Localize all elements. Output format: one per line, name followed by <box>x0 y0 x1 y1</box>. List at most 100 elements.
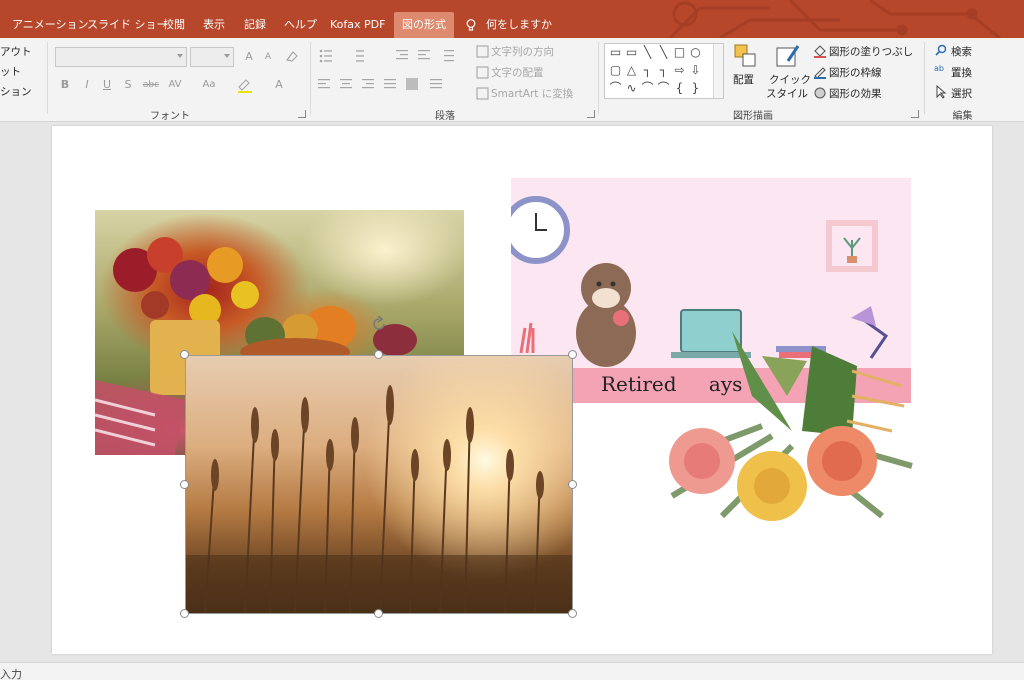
align-text-button[interactable]: 文字の配置 <box>491 65 544 80</box>
grow-font-button[interactable]: A <box>240 48 258 66</box>
bouquet-art <box>669 331 913 521</box>
resize-handle-left[interactable] <box>180 480 189 489</box>
shrink-font-button[interactable]: A <box>259 48 277 66</box>
shape-line-icon[interactable]: ╲ <box>641 46 654 59</box>
gallery-scrollbar[interactable] <box>713 44 723 98</box>
lightbulb-icon <box>466 19 476 31</box>
tell-me-search[interactable]: 何をしますか <box>466 12 552 38</box>
resize-handle-bottom-right[interactable] <box>568 609 577 618</box>
title-bar-decoration <box>668 0 1001 38</box>
chevron-down-icon <box>177 54 183 58</box>
shape-textbox-icon[interactable]: ▭ <box>609 46 622 59</box>
resize-handle-top[interactable] <box>374 350 383 359</box>
flower-bouquet-illustration[interactable] <box>642 326 922 536</box>
shape-triangle-icon[interactable]: △ <box>625 64 638 77</box>
editing-group-label: 編集 <box>952 111 973 122</box>
search-icon <box>935 44 947 56</box>
replace-icon: ab <box>934 64 944 73</box>
ribbon: アウト ット ション A A B I U S abc AV Aa A フォント … <box>0 38 1024 122</box>
arrange-icon[interactable] <box>733 43 757 69</box>
resize-handle-right[interactable] <box>568 480 577 489</box>
section-button[interactable]: ション <box>0 84 32 99</box>
tab-picture-format[interactable]: 図の形式 <box>394 12 454 38</box>
status-bar: 入力 <box>0 662 1024 680</box>
group-divider <box>924 42 925 114</box>
resize-handle-top-right[interactable] <box>568 350 577 359</box>
convert-smartart-button[interactable]: SmartArt に変換 <box>491 86 573 101</box>
resize-handle-bottom-left[interactable] <box>180 609 189 618</box>
underline-button[interactable]: U <box>98 76 116 94</box>
arrange-button[interactable]: 配置 <box>733 72 754 87</box>
shape-brace-right-icon[interactable]: } <box>689 82 702 95</box>
shape-right-arrow-icon[interactable]: ⇨ <box>673 64 686 77</box>
quick-styles-icon[interactable] <box>774 43 802 69</box>
group-divider <box>47 42 48 114</box>
layout-button[interactable]: アウト <box>0 44 32 59</box>
strikethrough-button[interactable]: abc <box>140 76 162 94</box>
shape-effects-button[interactable]: 図形の効果 <box>829 86 882 101</box>
italic-button[interactable]: I <box>78 76 96 94</box>
change-case-button[interactable]: Aa <box>198 76 220 94</box>
tab-kofax-pdf[interactable]: Kofax PDF <box>330 12 385 38</box>
tell-me-label: 何をしますか <box>486 18 552 31</box>
select-button[interactable]: 選択 <box>951 86 972 101</box>
font-dialog-launcher[interactable] <box>298 110 306 118</box>
chevron-down-icon <box>224 54 230 58</box>
shape-elbow-arrow-icon[interactable]: ┐ <box>657 64 670 77</box>
shape-arc-icon[interactable]: ⌒ <box>657 82 670 95</box>
shape-elbow-icon[interactable]: ┐ <box>641 64 654 77</box>
font-color-button[interactable]: A <box>270 76 288 94</box>
status-text: 入力 <box>0 668 22 680</box>
char-spacing-button[interactable]: AV <box>164 76 186 94</box>
slide-canvas: Retired ays <box>0 122 1024 662</box>
tab-help[interactable]: ヘルプ <box>284 12 317 38</box>
text-direction-button[interactable]: 文字列の方向 <box>491 44 554 59</box>
resize-handle-bottom[interactable] <box>374 609 383 618</box>
tab-view[interactable]: 表示 <box>203 12 225 38</box>
paragraph-align-icons[interactable] <box>318 78 468 92</box>
font-group-label: フォント <box>150 111 190 122</box>
shapes-gallery[interactable]: ▭ ▭ ╲ ╲ □ ○ ▢ △ ┐ ┐ ⇨ ⇩ ⌒ ∿ ⌒ ⌒ { } <box>604 43 724 99</box>
shape-curve-icon[interactable]: ⌒ <box>641 82 654 95</box>
shape-rounded-rect-icon[interactable]: ▢ <box>609 64 622 77</box>
shape-down-arrow-icon[interactable]: ⇩ <box>689 64 702 77</box>
pencil-icon <box>814 67 826 79</box>
shape-oval-icon[interactable]: ○ <box>689 46 702 59</box>
selection-frame <box>185 355 573 614</box>
quick-styles-line2[interactable]: スタイル <box>766 86 808 101</box>
clear-formatting-icon[interactable] <box>284 48 300 64</box>
font-size-combo[interactable] <box>190 47 234 67</box>
slide[interactable]: Retired ays <box>52 126 992 654</box>
drawing-group-label: 図形描画 <box>733 111 773 122</box>
font-name-combo[interactable] <box>55 47 187 67</box>
find-button[interactable]: 検索 <box>951 44 972 59</box>
drawing-dialog-launcher[interactable] <box>911 110 919 118</box>
paint-bucket-icon <box>814 45 826 58</box>
reset-button[interactable]: ット <box>0 64 21 79</box>
effects-icon <box>814 87 826 99</box>
quick-styles-line1[interactable]: クイック <box>769 72 811 87</box>
paragraph-dialog-launcher[interactable] <box>587 110 595 118</box>
shape-outline-button[interactable]: 図形の枠線 <box>829 65 882 80</box>
shape-rectangle-icon[interactable]: □ <box>673 46 686 59</box>
replace-button[interactable]: 置換 <box>951 65 972 80</box>
cursor-icon <box>936 85 947 99</box>
tab-review[interactable]: 校閲 <box>163 12 185 38</box>
tab-animations[interactable]: アニメーション <box>12 12 89 38</box>
shape-scribble-icon[interactable]: ∿ <box>625 82 638 95</box>
bold-button[interactable]: B <box>56 76 74 94</box>
group-divider <box>598 42 599 114</box>
list-indent-icons[interactable] <box>318 48 468 64</box>
shape-freeform-icon[interactable]: ⌒ <box>609 82 622 95</box>
rotate-handle-icon[interactable] <box>371 316 387 332</box>
resize-handle-top-left[interactable] <box>180 350 189 359</box>
tab-record[interactable]: 記録 <box>244 12 266 38</box>
group-divider <box>310 42 311 114</box>
shape-textbox-vertical-icon[interactable]: ▭ <box>625 46 638 59</box>
shape-fill-button[interactable]: 図形の塗りつぶし <box>829 44 913 59</box>
shape-brace-left-icon[interactable]: { <box>673 82 686 95</box>
tab-slideshow[interactable]: スライド ショー <box>87 12 168 38</box>
text-shadow-button[interactable]: S <box>119 76 137 94</box>
shape-arrow-line-icon[interactable]: ╲ <box>657 46 670 59</box>
highlight-icon[interactable] <box>236 77 254 93</box>
